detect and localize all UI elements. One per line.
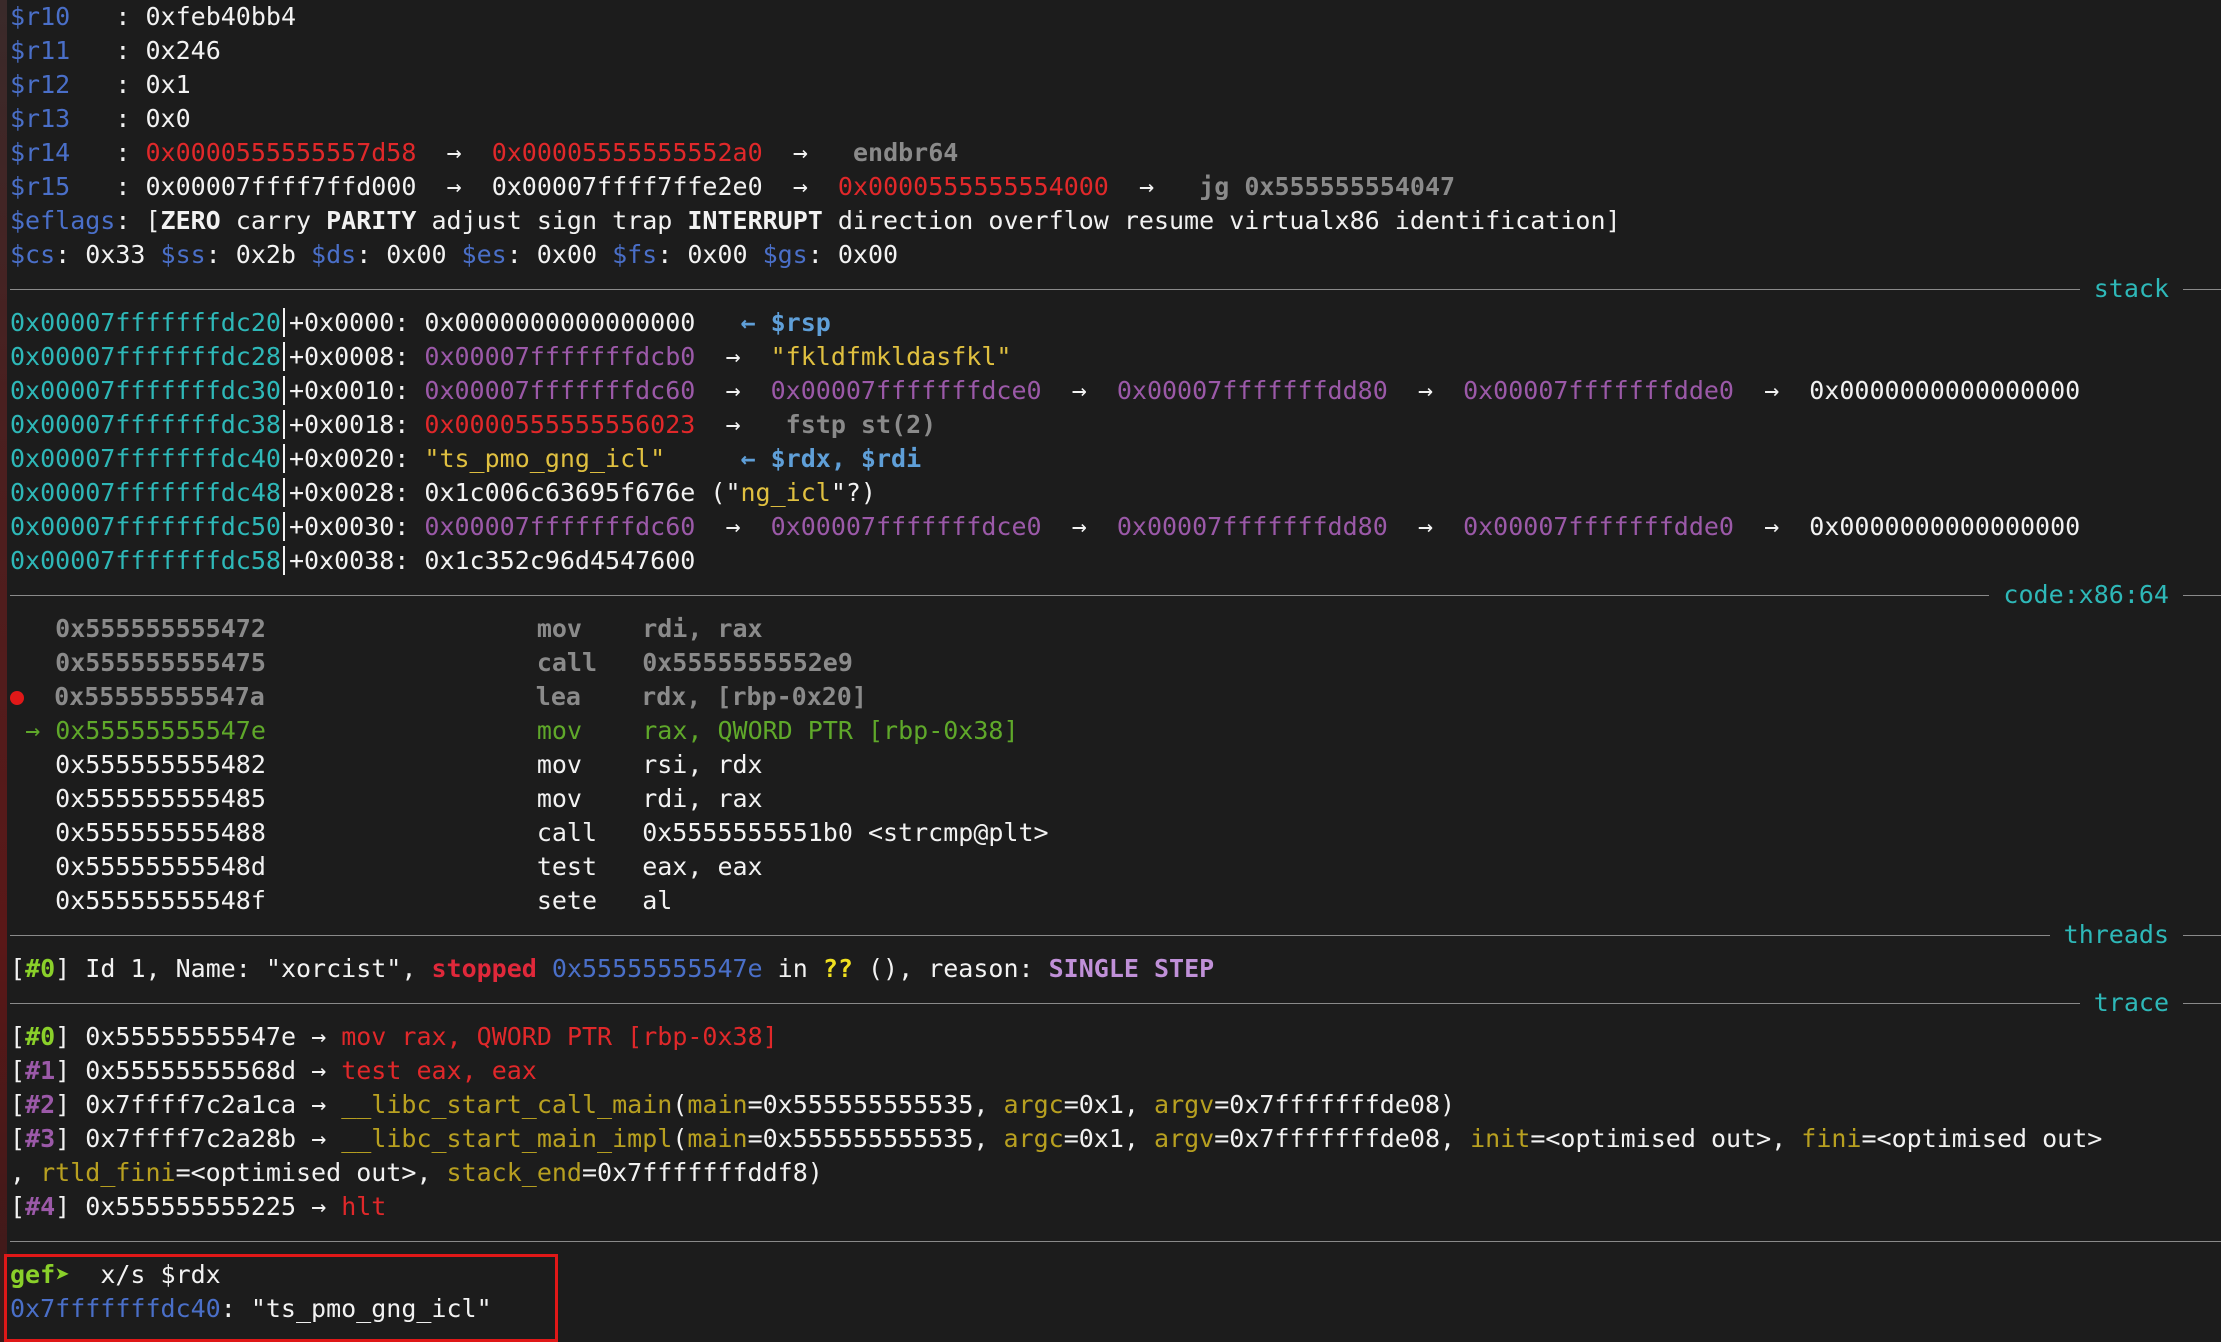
trace-row: [#4] 0x555555555225 → hlt — [10, 1192, 387, 1221]
trace-row-continued: , rtld_fini=<optimised out>, stack_end=0… — [10, 1158, 823, 1187]
stack-row: 0x00007fffffffdc40 +0x0020: "ts_pmo_gng_i… — [10, 444, 922, 473]
stack-row: 0x00007fffffffdc50 +0x0030: 0x00007ffffff… — [10, 512, 2081, 541]
current-instruction-arrow-icon: → — [25, 716, 41, 745]
stack-row: 0x00007fffffffdc30 +0x0010: 0x00007ffffff… — [10, 376, 2081, 405]
section-label: code:x86:64 — [1989, 578, 2183, 612]
segment-row: $cs: 0x33 $ss: 0x2b $ds: 0x00 $es: 0x00 … — [10, 240, 899, 269]
code-row: 0x555555555472 mov rdi, rax — [55, 614, 763, 643]
breakpoint-icon[interactable] — [10, 691, 24, 705]
section-label: trace — [2079, 986, 2183, 1020]
register-row: $r12 : 0x1 — [10, 70, 191, 99]
stack-row: 0x00007fffffffdc38 +0x0018: 0x00005555555… — [10, 410, 937, 439]
window-edge — [0, 0, 7, 1342]
code-row: 0x555555555475 call 0x5555555552e9 — [55, 648, 853, 677]
section-label: stack — [2079, 272, 2183, 306]
register-row: $r11 : 0x246 — [10, 36, 221, 65]
trace-row: [#0] 0x55555555547e → mov rax, QWORD PTR… — [10, 1022, 778, 1051]
section-separator — [10, 1224, 2221, 1258]
eflags-row: $eflags: [ZERO carry PARITY adjust sign … — [10, 206, 1621, 235]
stack-row: 0x00007fffffffdc20 +0x0000: 0x00000000000… — [10, 308, 831, 337]
code-row: 0x555555555482 mov rsi, rdx — [55, 750, 763, 779]
section-label: threads — [2049, 918, 2183, 952]
highlight-box — [4, 1254, 558, 1342]
stack-row: 0x00007fffffffdc48 +0x0028: 0x1c006c63695… — [10, 478, 876, 507]
register-row: $r15 : 0x00007ffff7ffd000 → 0x00007ffff7… — [10, 172, 1456, 201]
register-row: $r10 : 0xfeb40bb4 — [10, 2, 296, 31]
trace-row: [#2] 0x7ffff7c2a1ca → __libc_start_call_… — [10, 1090, 1456, 1119]
code-row: 0x555555555485 mov rdi, rax — [55, 784, 763, 813]
section-separator: code:x86:64 — [10, 578, 2221, 612]
trace-row: [#3] 0x7ffff7c2a28b → __libc_start_main_… — [10, 1124, 2103, 1153]
section-separator: trace — [10, 986, 2221, 1020]
register-row: $r13 : 0x0 — [10, 104, 191, 133]
trace-row: [#1] 0x55555555568d → test eax, eax — [10, 1056, 537, 1085]
stack-row: 0x00007fffffffdc28 +0x0008: 0x00007ffffff… — [10, 342, 1012, 371]
thread-row: [#0] Id 1, Name: "xorcist", stopped 0x55… — [10, 954, 1215, 983]
code-row: 0x55555555548f sete al — [55, 886, 673, 915]
code-row: 0x55555555548d test eax, eax — [55, 852, 763, 881]
code-row: 0x555555555488 call 0x5555555551b0 <strc… — [55, 818, 1049, 847]
stack-row: 0x00007fffffffdc58 +0x0038: 0x1c352c96d45… — [10, 546, 696, 575]
register-row: $r14 : 0x0000555555557d58 → 0x0000555555… — [10, 138, 959, 167]
section-separator: threads — [10, 918, 2221, 952]
code-row: 0x55555555547a lea rdx, [rbp-0x20] — [10, 680, 867, 714]
gef-terminal[interactable]: $r10 : 0xfeb40bb4 $r11 : 0x246 $r12 : 0x… — [0, 0, 2221, 1342]
section-separator: stack — [10, 272, 2221, 306]
code-row-current: → 0x55555555547e mov rax, QWORD PTR [rbp… — [25, 716, 1019, 745]
